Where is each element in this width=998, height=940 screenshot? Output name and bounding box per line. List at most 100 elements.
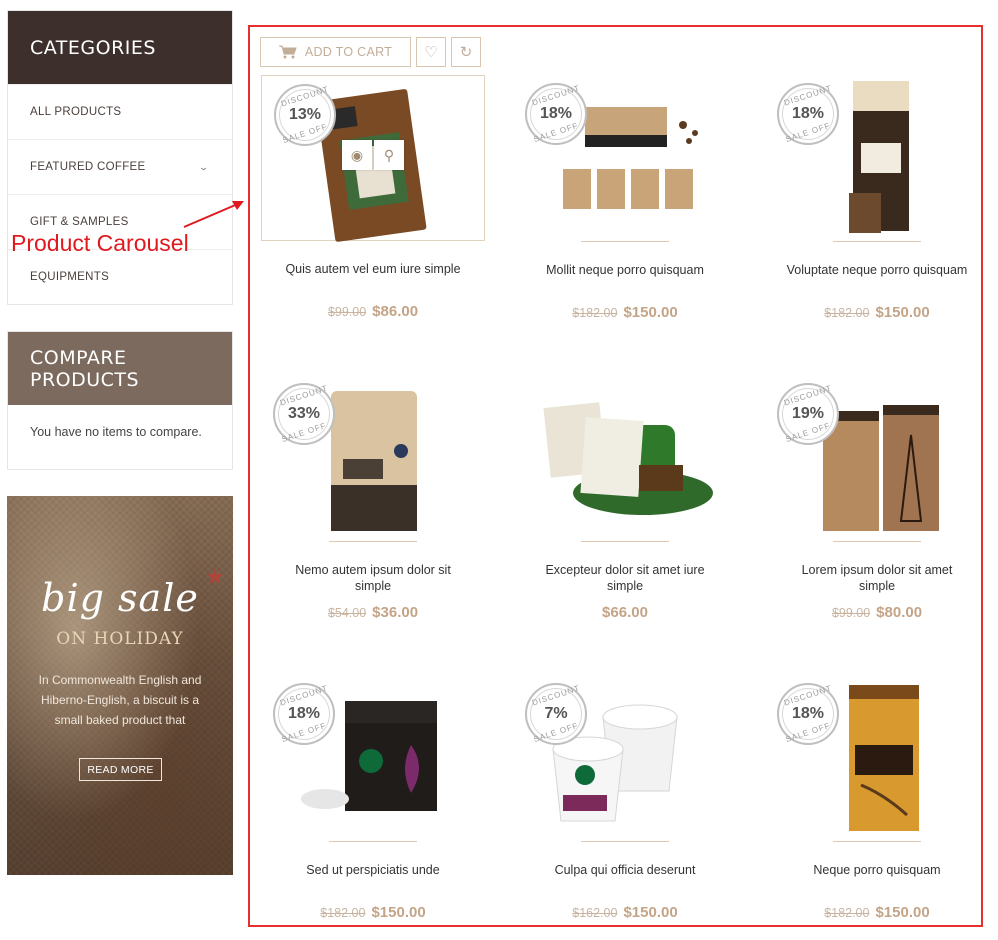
divider <box>581 241 669 242</box>
sale-banner[interactable]: ★ big sale ON HOLIDAY In Commonwealth En… <box>7 496 233 875</box>
category-all-products[interactable]: ALL PRODUCTS <box>8 84 232 139</box>
product-name[interactable]: Sed ut perspiciatis unde <box>260 862 486 894</box>
divider <box>581 541 669 542</box>
wishlist-button[interactable]: ♡ <box>416 37 446 67</box>
product-prices: $162.00 $150.00 <box>512 904 738 921</box>
product-card[interactable]: DISCOUNT 13% SALE OFF ◉ ⚲ Quis autem vel… <box>260 75 486 320</box>
read-more-button[interactable]: READ MORE <box>79 758 162 781</box>
product-image[interactable]: DISCOUNT 19% SALE OFF <box>765 375 989 541</box>
discount-badge: DISCOUNT 33% SALE OFF <box>273 383 335 445</box>
discount-badge: DISCOUNT 13% SALE OFF <box>274 84 336 146</box>
price: $86.00 <box>372 303 419 320</box>
category-label: GIFT & SAMPLES <box>30 216 129 228</box>
product-carousel: ADD TO CART ♡ ↻ DISCOUNT 13% SALE OFF ◉ … <box>248 25 983 927</box>
old-price: $182.00 <box>824 306 870 320</box>
price: $150.00 <box>371 904 426 921</box>
product-prices: $182.00 $150.00 <box>260 904 486 921</box>
product-name[interactable]: Lorem ipsum dolor sit amet simple <box>764 562 990 594</box>
product-name[interactable]: Culpa qui officia deserunt <box>512 862 738 894</box>
category-label: ALL PRODUCTS <box>30 106 122 118</box>
page: CATEGORIES ALL PRODUCTS FEATURED COFFEE … <box>0 0 998 940</box>
discount-badge: DISCOUNT 7% SALE OFF <box>525 683 587 745</box>
price: $150.00 <box>875 904 930 921</box>
product-card[interactable]: DISCOUNT 7% SALE OFF Culpa qui officia d… <box>512 675 738 921</box>
product-image[interactable]: DISCOUNT 18% SALE OFF <box>765 75 989 241</box>
old-price: $99.00 <box>831 606 871 620</box>
price: $150.00 <box>623 304 678 321</box>
product-image[interactable]: DISCOUNT 18% SALE OFF <box>765 675 989 841</box>
divider <box>329 541 417 542</box>
product-card[interactable]: DISCOUNT 18% SALE OFF Voluptate neque po… <box>764 75 990 321</box>
price: $36.00 <box>372 604 419 621</box>
product-actions: ADD TO CART ♡ ↻ <box>260 37 481 67</box>
product-prices: $182.00 $150.00 <box>512 304 738 321</box>
chevron-down-icon[interactable]: ⌄ <box>199 162 210 173</box>
discount-badge: DISCOUNT 18% SALE OFF <box>777 83 839 145</box>
categories-title: CATEGORIES <box>8 11 232 84</box>
compare-title: COMPARE PRODUCTS <box>8 332 232 405</box>
price: $150.00 <box>875 304 930 321</box>
product-card[interactable]: DISCOUNT 18% SALE OFF Neque porro quisqu… <box>764 675 990 921</box>
product-prices: $182.00 $150.00 <box>764 904 990 921</box>
product-image[interactable]: DISCOUNT 18% SALE OFF <box>261 675 485 841</box>
price: $150.00 <box>623 904 678 921</box>
compare-empty-text: You have no items to compare. <box>30 425 202 439</box>
product-image[interactable]: DISCOUNT 18% SALE OFF <box>513 75 737 241</box>
quick-view-eye-icon[interactable]: ◉ <box>342 140 372 170</box>
product-prices: $66.00 <box>512 604 738 621</box>
product-card[interactable]: Excepteur dolor sit amet iure simple $66… <box>512 375 738 621</box>
product-prices: $99.00 $80.00 <box>764 604 990 621</box>
banner-description: In Commonwealth English and Hiberno-Engl… <box>38 673 202 727</box>
annotation-arrow-icon <box>183 201 244 228</box>
divider <box>833 241 921 242</box>
compare-button[interactable]: ↻ <box>451 37 481 67</box>
product-prices: $99.00 $86.00 <box>260 303 486 320</box>
product-card[interactable]: DISCOUNT 18% SALE OFF Mollit neque porro… <box>512 75 738 321</box>
product-name[interactable]: Nemo autem ipsum dolor sit simple <box>260 562 486 594</box>
product-card[interactable]: DISCOUNT 19% SALE OFF Lorem ipsum dolor … <box>764 375 990 621</box>
zoom-icon[interactable]: ⚲ <box>374 140 404 170</box>
product-card[interactable]: DISCOUNT 33% SALE OFF Nemo autem ipsum d… <box>260 375 486 621</box>
old-price: $162.00 <box>572 906 618 920</box>
product-name[interactable]: Voluptate neque porro quisquam <box>764 262 990 294</box>
product-prices: $182.00 $150.00 <box>764 304 990 321</box>
categories-block: CATEGORIES ALL PRODUCTS FEATURED COFFEE … <box>7 10 233 305</box>
product-name[interactable]: Neque porro quisquam <box>764 862 990 894</box>
discount-badge: DISCOUNT 18% SALE OFF <box>777 683 839 745</box>
category-label: EQUIPMENTS <box>30 271 110 283</box>
price: $66.00 <box>602 604 648 621</box>
category-label: FEATURED COFFEE <box>30 161 146 173</box>
discount-badge: DISCOUNT 19% SALE OFF <box>777 383 839 445</box>
old-price: $182.00 <box>572 306 618 320</box>
coffee-cup-image <box>543 402 713 515</box>
heart-icon: ♡ <box>424 44 438 61</box>
divider <box>581 841 669 842</box>
old-price: $99.00 <box>327 305 367 319</box>
product-prices: $54.00 $36.00 <box>260 604 486 621</box>
product-name[interactable]: Excepteur dolor sit amet iure simple <box>512 562 738 594</box>
product-image[interactable]: DISCOUNT 7% SALE OFF <box>513 675 737 841</box>
refresh-icon: ↻ <box>459 44 473 61</box>
product-image[interactable]: DISCOUNT 33% SALE OFF <box>261 375 485 541</box>
product-image[interactable] <box>513 375 737 541</box>
divider <box>833 541 921 542</box>
discount-badge: DISCOUNT 18% SALE OFF <box>273 683 335 745</box>
divider <box>833 841 921 842</box>
product-name[interactable]: Mollit neque porro quisquam <box>512 262 738 294</box>
cart-icon <box>278 45 297 59</box>
banner-headline: big sale <box>41 576 199 620</box>
price: $80.00 <box>876 604 923 621</box>
add-to-cart-button[interactable]: ADD TO CART <box>260 37 411 67</box>
category-equipments[interactable]: EQUIPMENTS <box>8 249 232 304</box>
quick-actions: ◉ ⚲ <box>342 140 404 170</box>
product-name[interactable]: Quis autem vel eum iure simple <box>260 261 486 293</box>
product-card[interactable]: DISCOUNT 18% SALE OFF Sed ut perspiciati… <box>260 675 486 921</box>
discount-badge: DISCOUNT 18% SALE OFF <box>525 83 587 145</box>
old-price: $54.00 <box>327 606 367 620</box>
divider <box>329 841 417 842</box>
annotation-label: Product Carousel <box>11 230 189 256</box>
category-featured-coffee[interactable]: FEATURED COFFEE ⌄ <box>8 139 232 194</box>
compare-block: COMPARE PRODUCTS You have no items to co… <box>7 331 233 470</box>
product-image[interactable]: DISCOUNT 13% SALE OFF ◉ ⚲ <box>261 75 485 242</box>
old-price: $182.00 <box>320 906 366 920</box>
